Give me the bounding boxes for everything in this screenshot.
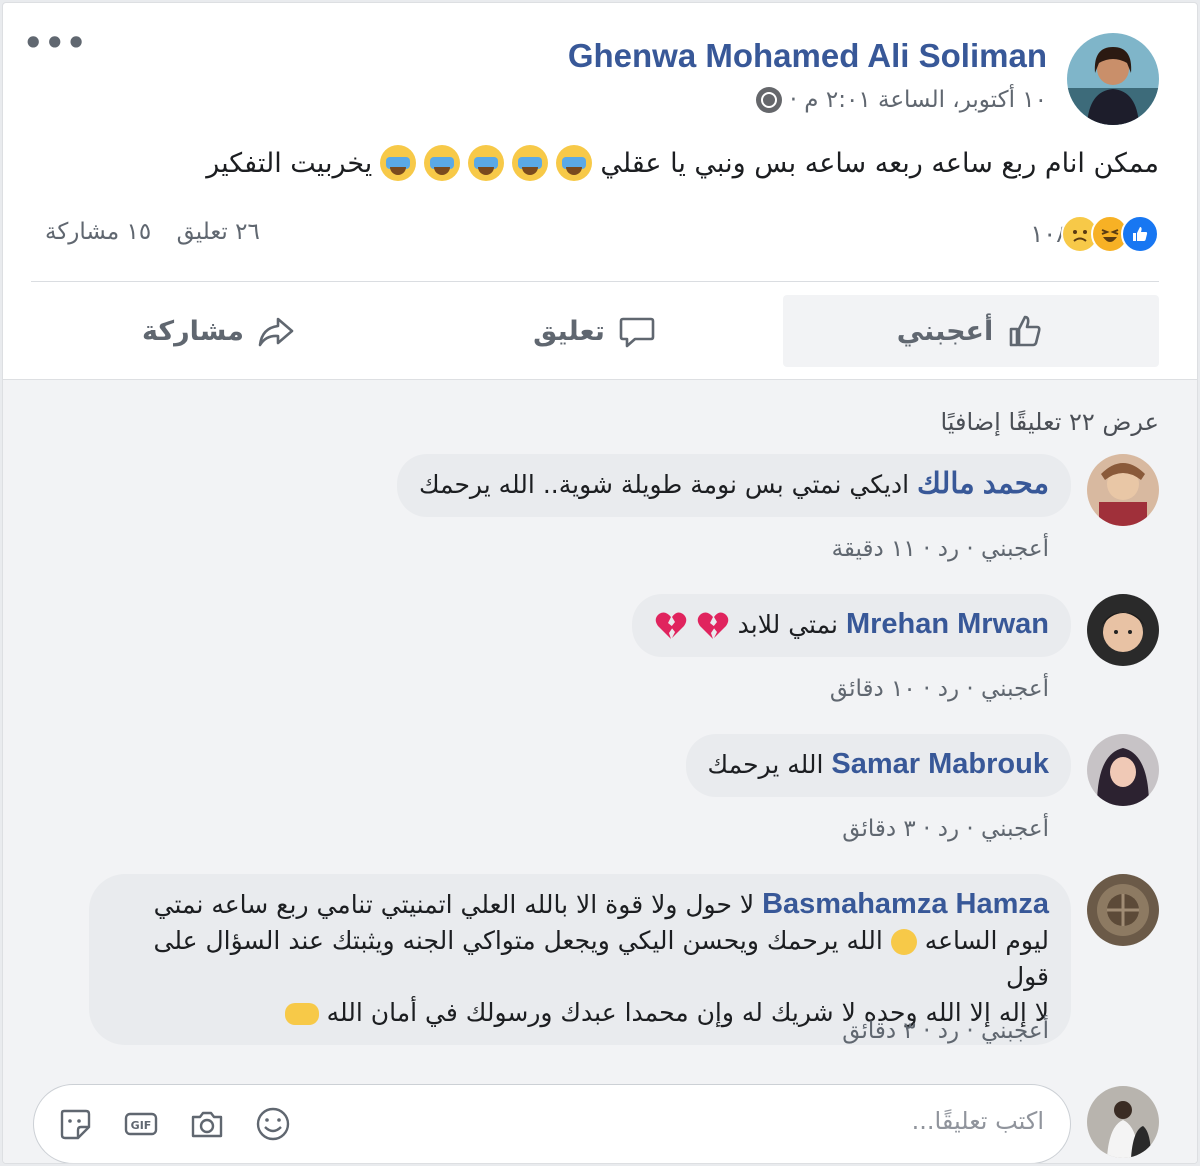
- more-dots-icon[interactable]: •••: [23, 27, 87, 59]
- broken-heart-icon: [697, 612, 728, 639]
- like-button[interactable]: أعجبني: [783, 295, 1159, 367]
- share-icon: [258, 317, 294, 347]
- comment-actions[interactable]: أعجبني · رد · ١٠ دقائق: [830, 676, 1049, 702]
- crying-face-icon: [424, 145, 461, 181]
- engagement-counts: ٢٦ تعليق ١٥ مشاركة: [27, 219, 260, 245]
- share-button[interactable]: مشاركة: [31, 295, 407, 367]
- comment-item: Samar Mabrouk الله يرحمك أعجبني · رد · ٣…: [33, 734, 1159, 844]
- sticker-icon[interactable]: [56, 1105, 94, 1143]
- post-timestamp[interactable]: ١٠ أكتوبر، الساعة ٢:٠١ م ·: [790, 87, 1047, 113]
- comment-text: لا حول ولا قوة الا بالله العلي اتمنيتي ت…: [153, 890, 755, 919]
- avatar[interactable]: [1087, 734, 1159, 806]
- post-meta: ١٠ أكتوبر، الساعة ٢:٠١ م ·: [755, 87, 1047, 113]
- view-more-comments[interactable]: عرض ٢٢ تعليقًا إضافيًا: [940, 408, 1159, 436]
- commenter-name[interactable]: Mrehan Mrwan: [846, 608, 1049, 640]
- comment-text: الله يرحمك: [707, 750, 824, 779]
- post-card: Ghenwa Mohamed Ali Soliman ١٠ أكتوبر، ال…: [2, 2, 1198, 1164]
- shares-count[interactable]: ١٥ مشاركة: [45, 219, 151, 245]
- crying-face-icon: [890, 929, 917, 955]
- post-stats: ١٠٨ ٢٦ تعليق ١٥ مشاركة: [27, 215, 1159, 255]
- comments-section: عرض ٢٢ تعليقًا إضافيًا محمد مالك اديكي ن…: [3, 379, 1197, 1163]
- broken-heart-icon: [655, 612, 687, 639]
- post-text-main: ممكن انام ربع ساعه ربعه ساعه بس ونبي يا …: [600, 147, 1159, 179]
- like-label: أعجبني: [896, 315, 994, 347]
- crying-face-icon: [512, 145, 549, 181]
- smiley-icon[interactable]: [254, 1105, 292, 1143]
- comment-item: Basmahamza Hamza لا حول ولا قوة الا بالل…: [33, 874, 1159, 1064]
- comments-count[interactable]: ٢٦ تعليق: [177, 219, 260, 245]
- crying-face-icon: [468, 145, 505, 181]
- author-name[interactable]: Ghenwa Mohamed Ali Soliman: [568, 37, 1047, 75]
- comment-tools: GIF: [56, 1105, 292, 1143]
- comment-item: محمد مالك اديكي نمتي بس نومة طويلة شوية.…: [33, 454, 1159, 564]
- gif-icon[interactable]: GIF: [122, 1105, 160, 1143]
- crying-face-icon: [380, 145, 417, 181]
- divider: [31, 281, 1159, 282]
- comment-bubble: Samar Mabrouk الله يرحمك: [685, 734, 1071, 797]
- post-actions: أعجبني تعليق مشاركة: [31, 295, 1159, 367]
- comment-button[interactable]: تعليق: [407, 295, 783, 367]
- comment-label: تعليق: [533, 315, 605, 347]
- commenter-name[interactable]: محمد مالك: [917, 468, 1049, 500]
- praying-hands-icon: [284, 1003, 319, 1025]
- globe-icon[interactable]: [755, 87, 782, 113]
- comment-actions[interactable]: أعجبني · رد · ٣ دقائق: [842, 816, 1049, 842]
- comment-text: اديكي نمتي بس نومة طويلة شوية.. الله يرح…: [418, 470, 910, 499]
- thumbs-up-icon: [1009, 315, 1041, 347]
- post-header: Ghenwa Mohamed Ali Soliman ١٠ أكتوبر، ال…: [19, 29, 1159, 133]
- share-label: مشاركة: [142, 315, 244, 347]
- comment-actions[interactable]: أعجبني · رد · ٣ دقائق: [842, 1018, 1049, 1044]
- avatar[interactable]: [1087, 1086, 1159, 1158]
- avatar[interactable]: [1087, 454, 1159, 526]
- avatar[interactable]: [1087, 874, 1159, 946]
- comment-actions[interactable]: أعجبني · رد · ١١ دقيقة: [832, 536, 1049, 562]
- comment-bubble: محمد مالك اديكي نمتي بس نومة طويلة شوية.…: [396, 454, 1071, 517]
- like-reaction-icon: [1121, 215, 1159, 253]
- comment-text: ليوم الساعه: [924, 926, 1049, 955]
- commenter-name[interactable]: Samar Mabrouk: [831, 748, 1049, 780]
- reactions-summary[interactable]: ١٠٨: [1022, 215, 1159, 253]
- comment-input[interactable]: اكتب تعليقًا... GIF: [33, 1084, 1071, 1163]
- comment-icon: [619, 317, 655, 348]
- avatar[interactable]: [1087, 594, 1159, 666]
- comment-text: نمتي للابد: [737, 610, 839, 639]
- comment-bubble: Mrehan Mrwan نمتي للابد: [631, 594, 1071, 657]
- svg-text:GIF: GIF: [131, 1119, 152, 1132]
- commenter-name[interactable]: Basmahamza Hamza: [762, 888, 1049, 920]
- camera-icon[interactable]: [188, 1105, 226, 1143]
- author-avatar[interactable]: [1067, 33, 1159, 125]
- crying-face-icon: [556, 145, 593, 181]
- comment-item: Mrehan Mrwan نمتي للابد أعجبني · رد · ١٠…: [33, 594, 1159, 704]
- comment-input-placeholder: اكتب تعليقًا...: [911, 1107, 1044, 1135]
- post-text-tail: يخربيت التفكير: [206, 147, 373, 179]
- post-text: ممكن انام ربع ساعه ربعه ساعه بس ونبي يا …: [39, 145, 1159, 181]
